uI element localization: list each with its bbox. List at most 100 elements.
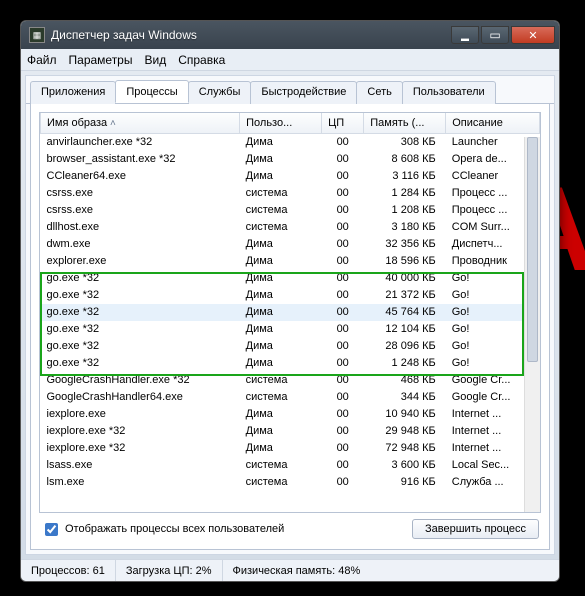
table-row[interactable]: CCleaner64.exeДима003 116 КБCCleaner	[41, 168, 540, 185]
cell-memory: 29 948 КБ	[364, 423, 446, 440]
cell-user: Дима	[240, 168, 322, 185]
scrollbar[interactable]	[524, 137, 540, 512]
menu-options[interactable]: Параметры	[69, 53, 133, 67]
table-row[interactable]: go.exe *32Дима0045 764 КБGo!	[41, 304, 540, 321]
table-row[interactable]: csrss.exeсистема001 208 КБПроцесс ...	[41, 202, 540, 219]
cell-cpu: 00	[322, 134, 364, 151]
table-row[interactable]: anvirlauncher.exe *32Дима00308 КБLaunche…	[41, 134, 540, 151]
cell-image-name: dllhost.exe	[41, 219, 240, 236]
cell-image-name: explorer.exe	[41, 253, 240, 270]
cell-cpu: 00	[322, 253, 364, 270]
cell-cpu: 00	[322, 372, 364, 389]
table-row[interactable]: GoogleCrashHandler.exe *32система00468 К…	[41, 372, 540, 389]
cell-image-name: iexplore.exe *32	[41, 440, 240, 457]
cell-image-name: iexplore.exe *32	[41, 423, 240, 440]
cell-cpu: 00	[322, 185, 364, 202]
table-row[interactable]: dllhost.exeсистема003 180 КБCOM Surr...	[41, 219, 540, 236]
cell-memory: 3 180 КБ	[364, 219, 446, 236]
tab-network[interactable]: Сеть	[356, 81, 402, 104]
cell-user: Дима	[240, 270, 322, 287]
cell-memory: 45 764 КБ	[364, 304, 446, 321]
window-title: Диспетчер задач Windows	[51, 28, 449, 42]
maximize-button[interactable]	[481, 26, 509, 44]
cell-user: система	[240, 185, 322, 202]
cell-memory: 344 КБ	[364, 389, 446, 406]
table-row[interactable]: GoogleCrashHandler64.exeсистема00344 КБG…	[41, 389, 540, 406]
cell-memory: 32 356 КБ	[364, 236, 446, 253]
cell-cpu: 00	[322, 440, 364, 457]
cell-image-name: browser_assistant.exe *32	[41, 151, 240, 168]
cell-user: Дима	[240, 338, 322, 355]
col-description[interactable]: Описание	[446, 113, 540, 134]
cell-memory: 12 104 КБ	[364, 321, 446, 338]
cell-user: Дима	[240, 253, 322, 270]
cell-user: Дима	[240, 236, 322, 253]
cell-user: Дима	[240, 423, 322, 440]
cell-memory: 3 600 КБ	[364, 457, 446, 474]
task-manager-window: ▦ Диспетчер задач Windows Файл Параметры…	[20, 20, 560, 582]
menubar: Файл Параметры Вид Справка	[21, 49, 559, 71]
col-image-name[interactable]: Имя образа	[41, 113, 240, 134]
menu-help[interactable]: Справка	[178, 53, 225, 67]
cell-memory: 72 948 КБ	[364, 440, 446, 457]
table-row[interactable]: lsass.exeсистема003 600 КБLocal Sec...	[41, 457, 540, 474]
cell-memory: 40 000 КБ	[364, 270, 446, 287]
table-row[interactable]: lsm.exeсистема00916 КБСлужба ...	[41, 474, 540, 491]
table-row[interactable]: go.exe *32Дима0021 372 КБGo!	[41, 287, 540, 304]
cell-cpu: 00	[322, 406, 364, 423]
show-all-users-checkbox[interactable]: Отображать процессы всех пользователей	[41, 520, 284, 539]
cell-cpu: 00	[322, 338, 364, 355]
table-row[interactable]: go.exe *32Дима0040 000 КБGo!	[41, 270, 540, 287]
cell-user: Дима	[240, 134, 322, 151]
col-cpu[interactable]: ЦП	[322, 113, 364, 134]
table-row[interactable]: iexplore.exe *32Дима0029 948 КБInternet …	[41, 423, 540, 440]
table-row[interactable]: csrss.exeсистема001 284 КБПроцесс ...	[41, 185, 540, 202]
cell-image-name: GoogleCrashHandler.exe *32	[41, 372, 240, 389]
cell-image-name: go.exe *32	[41, 270, 240, 287]
show-all-users-label: Отображать процессы всех пользователей	[65, 523, 284, 535]
table-row[interactable]: iexplore.exe *32Дима0072 948 КБInternet …	[41, 440, 540, 457]
col-user[interactable]: Пользо...	[240, 113, 322, 134]
tabstrip: Приложения Процессы Службы Быстродействи…	[26, 76, 554, 104]
minimize-button[interactable]	[451, 26, 479, 44]
table-row[interactable]: explorer.exeДима0018 596 КБПроводник	[41, 253, 540, 270]
cell-image-name: csrss.exe	[41, 185, 240, 202]
table-row[interactable]: go.exe *32Дима0012 104 КБGo!	[41, 321, 540, 338]
cell-user: Дима	[240, 321, 322, 338]
end-process-button[interactable]: Завершить процесс	[412, 519, 539, 539]
cell-memory: 8 608 КБ	[364, 151, 446, 168]
col-memory[interactable]: Память (...	[364, 113, 446, 134]
cell-memory: 28 096 КБ	[364, 338, 446, 355]
cell-image-name: go.exe *32	[41, 338, 240, 355]
process-list: Имя образа Пользо... ЦП Память (... Опис…	[39, 112, 541, 513]
show-all-users-input[interactable]	[45, 523, 58, 536]
scrollbar-thumb[interactable]	[527, 137, 538, 362]
window-buttons	[449, 26, 555, 44]
tab-users[interactable]: Пользователи	[402, 81, 496, 104]
cell-image-name: iexplore.exe	[41, 406, 240, 423]
table-row[interactable]: go.exe *32Дима001 248 КБGo!	[41, 355, 540, 372]
cell-image-name: go.exe *32	[41, 321, 240, 338]
titlebar[interactable]: ▦ Диспетчер задач Windows	[21, 21, 559, 49]
table-row[interactable]: browser_assistant.exe *32Дима008 608 КБO…	[41, 151, 540, 168]
cell-memory: 468 КБ	[364, 372, 446, 389]
close-button[interactable]	[511, 26, 555, 44]
table-row[interactable]: go.exe *32Дима0028 096 КБGo!	[41, 338, 540, 355]
menu-file[interactable]: Файл	[27, 53, 57, 67]
table-row[interactable]: dwm.exeДима0032 356 КБДиспетч...	[41, 236, 540, 253]
tab-processes[interactable]: Процессы	[115, 80, 188, 103]
cell-user: Дима	[240, 287, 322, 304]
cell-image-name: csrss.exe	[41, 202, 240, 219]
tab-performance[interactable]: Быстродействие	[250, 81, 357, 104]
process-table: Имя образа Пользо... ЦП Память (... Опис…	[40, 113, 540, 491]
cell-memory: 1 248 КБ	[364, 355, 446, 372]
cell-image-name: lsm.exe	[41, 474, 240, 491]
cell-user: система	[240, 219, 322, 236]
cell-cpu: 00	[322, 321, 364, 338]
tab-applications[interactable]: Приложения	[30, 81, 116, 104]
table-row[interactable]: iexplore.exeДима0010 940 КБInternet ...	[41, 406, 540, 423]
cell-memory: 18 596 КБ	[364, 253, 446, 270]
cell-cpu: 00	[322, 457, 364, 474]
tab-services[interactable]: Службы	[188, 81, 252, 104]
menu-view[interactable]: Вид	[144, 53, 166, 67]
